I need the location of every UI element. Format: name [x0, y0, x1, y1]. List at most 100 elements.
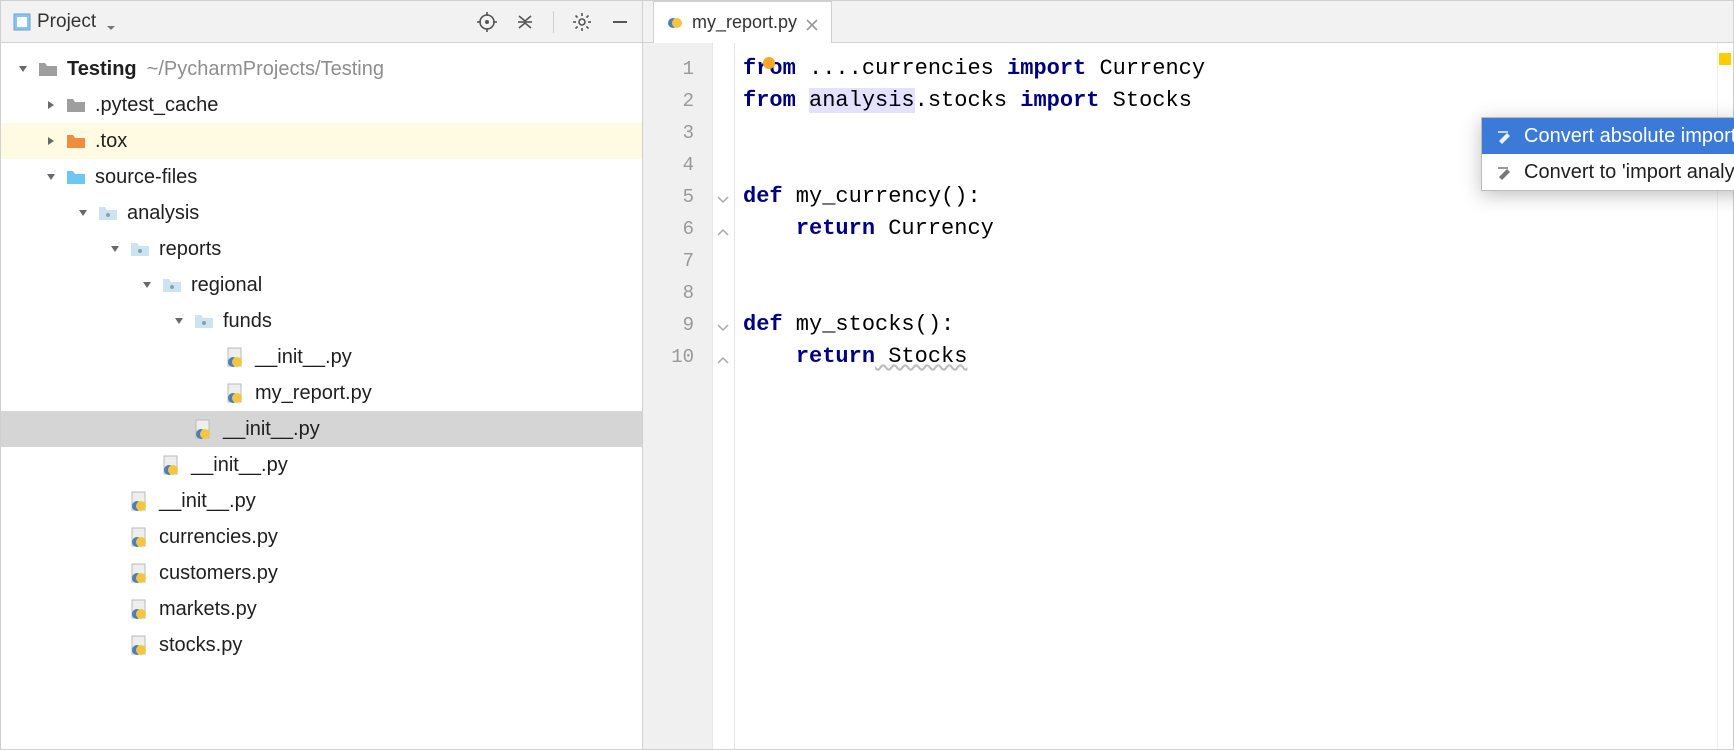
twisty-open-icon[interactable] — [73, 203, 93, 223]
line-number: 8 — [643, 277, 712, 309]
tree-node-funds-init[interactable]: __init__.py — [1, 339, 642, 375]
tree-node-reports[interactable]: reports — [1, 231, 642, 267]
line-number: 4 — [643, 149, 712, 181]
intention-icon — [1496, 127, 1514, 145]
tree-node-regional[interactable]: regional — [1, 267, 642, 303]
intention-icon — [1496, 163, 1514, 181]
python-file-icon — [193, 418, 215, 440]
tree-label: currencies.py — [159, 526, 278, 549]
twisty-closed-icon[interactable] — [41, 95, 61, 115]
python-file-icon — [225, 346, 247, 368]
tree-node-my-report[interactable]: my_report.py — [1, 375, 642, 411]
tree-node-pytest-cache[interactable]: .pytest_cache — [1, 87, 642, 123]
line-number: 5 — [643, 181, 712, 213]
python-file-icon — [129, 526, 151, 548]
fold-end-icon — [717, 222, 729, 234]
sidebar-header: Project — [1, 1, 642, 43]
locate-icon[interactable] — [477, 12, 497, 32]
tree-label: analysis — [127, 202, 199, 225]
line-number: 6 — [643, 213, 712, 245]
tree-node-reports-init[interactable]: __init__.py — [1, 447, 642, 483]
tree-node-funds[interactable]: funds — [1, 303, 642, 339]
minimize-icon[interactable] — [610, 12, 630, 32]
line-number: 2 — [643, 85, 712, 117]
tree-node-analysis[interactable]: analysis — [1, 195, 642, 231]
intention-item-convert-import[interactable]: Convert to 'import analysis.stocks' ▶ — [1482, 154, 1734, 190]
tree-label: funds — [223, 310, 272, 333]
fold-end-icon — [717, 350, 729, 362]
tree-root-path: ~/PycharmProjects/Testing — [147, 58, 384, 81]
separator — [553, 11, 554, 33]
tree-label: __init__.py — [159, 490, 256, 513]
python-file-icon — [666, 14, 684, 32]
twisty-open-icon[interactable] — [41, 167, 61, 187]
tree-node-regional-init[interactable]: __init__.py — [1, 411, 642, 447]
tree-node-markets[interactable]: markets.py — [1, 591, 642, 627]
folder-icon — [65, 94, 87, 116]
sidebar-title: Project — [37, 11, 96, 33]
twisty-open-icon[interactable] — [169, 311, 189, 331]
editor-pane: my_report.py 1 2 3 4 5 6 7 8 9 10 — [643, 1, 1733, 749]
source-folder-icon — [65, 166, 87, 188]
python-file-icon — [129, 598, 151, 620]
tree-label: .pytest_cache — [95, 94, 218, 117]
tree-label: .tox — [95, 130, 127, 153]
tree-label: Testing — [67, 58, 137, 81]
python-file-icon — [225, 382, 247, 404]
twisty-open-icon[interactable] — [105, 239, 125, 259]
python-file-icon — [161, 454, 183, 476]
tree-label: markets.py — [159, 598, 257, 621]
project-view-selector[interactable]: Project — [13, 11, 477, 33]
package-folder-icon — [97, 202, 119, 224]
project-tree[interactable]: Testing ~/PycharmProjects/Testing .pytes… — [1, 43, 642, 749]
tree-node-stocks[interactable]: stocks.py — [1, 627, 642, 663]
tree-node-source-files[interactable]: source-files — [1, 159, 642, 195]
project-sidebar: Project — [1, 1, 643, 749]
collapse-all-icon[interactable] — [515, 12, 535, 32]
warning-marker-icon[interactable] — [1719, 53, 1731, 65]
excluded-folder-icon — [65, 130, 87, 152]
intention-label: Convert absolute import to relative — [1524, 125, 1734, 148]
package-folder-icon — [161, 274, 183, 296]
tree-label: __init__.py — [191, 454, 288, 477]
twisty-open-icon[interactable] — [137, 275, 157, 295]
twisty-closed-icon[interactable] — [41, 131, 61, 151]
python-file-icon — [129, 490, 151, 512]
line-number: 1 — [643, 53, 712, 85]
editor-tab[interactable]: my_report.py — [653, 1, 832, 43]
tree-label: source-files — [95, 166, 197, 189]
tree-label: regional — [191, 274, 262, 297]
intention-item-convert-relative[interactable]: Convert absolute import to relative ▶ — [1482, 118, 1734, 154]
line-number: 3 — [643, 117, 712, 149]
chevron-down-icon — [106, 17, 116, 27]
tree-root[interactable]: Testing ~/PycharmProjects/Testing — [1, 51, 642, 87]
tree-node-tox[interactable]: .tox — [1, 123, 642, 159]
intention-popup: Convert absolute import to relative ▶ Co… — [1481, 117, 1734, 191]
fold-strip — [713, 43, 735, 749]
line-gutter: 1 2 3 4 5 6 7 8 9 10 — [643, 43, 713, 749]
editor-tabbar: my_report.py — [643, 1, 1733, 43]
tree-label: __init__.py — [255, 346, 352, 369]
sidebar-toolbar — [477, 11, 630, 33]
tree-label: stocks.py — [159, 634, 242, 657]
tree-node-currencies[interactable]: currencies.py — [1, 519, 642, 555]
python-file-icon — [129, 634, 151, 656]
intention-label: Convert to 'import analysis.stocks' — [1524, 161, 1734, 184]
tree-label: customers.py — [159, 562, 278, 585]
fold-toggle-icon[interactable] — [717, 190, 729, 202]
package-folder-icon — [193, 310, 215, 332]
tree-label: __init__.py — [223, 418, 320, 441]
close-icon[interactable] — [805, 16, 819, 30]
tree-node-customers[interactable]: customers.py — [1, 555, 642, 591]
warning-bulb-icon[interactable] — [763, 57, 775, 69]
python-file-icon — [129, 562, 151, 584]
fold-toggle-icon[interactable] — [717, 318, 729, 330]
project-view-icon — [13, 13, 31, 31]
folder-icon — [37, 58, 59, 80]
package-folder-icon — [129, 238, 151, 260]
gear-icon[interactable] — [572, 12, 592, 32]
tree-node-analysis-init[interactable]: __init__.py — [1, 483, 642, 519]
line-number: 9 — [643, 309, 712, 341]
twisty-open-icon[interactable] — [13, 59, 33, 79]
line-number: 7 — [643, 245, 712, 277]
